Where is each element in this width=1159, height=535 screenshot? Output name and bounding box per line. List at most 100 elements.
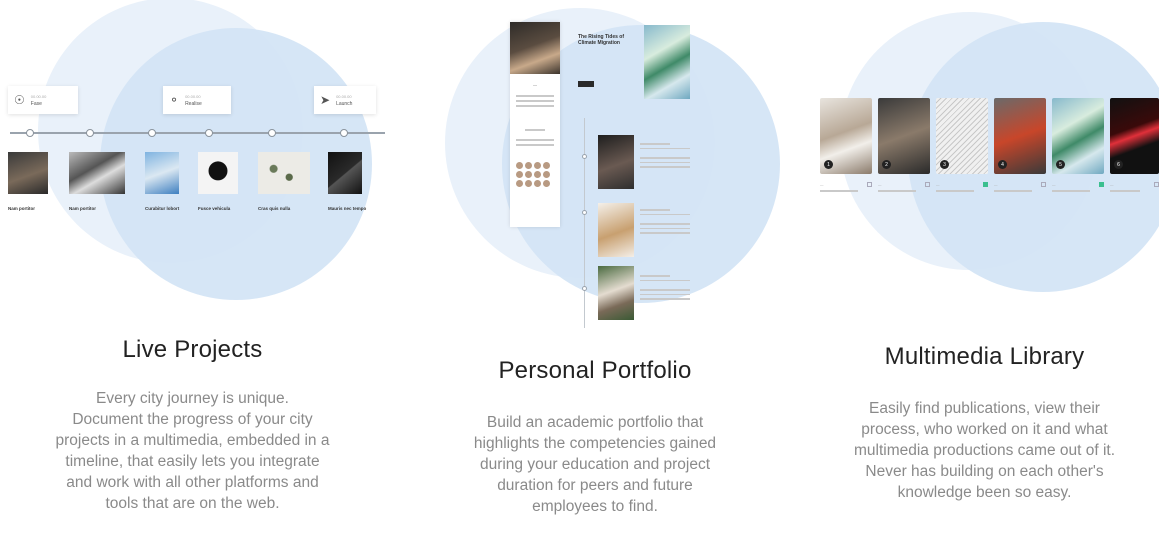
description-line: highlights the competencies gained bbox=[473, 435, 717, 452]
feature-multimedia-library: 1 — 2 — 3 — 4 — 5 — 6 — Multimedia Libra… bbox=[810, 0, 1159, 535]
portfolio-entry-image[interactable] bbox=[598, 203, 634, 257]
text-placeholder bbox=[516, 100, 554, 102]
timeline-card-caption: Fusce vehicula bbox=[198, 206, 231, 211]
bookmark-icon[interactable] bbox=[1041, 182, 1046, 187]
article-image bbox=[644, 25, 690, 99]
timeline-card-caption: Mauris nec tempo bbox=[328, 206, 367, 211]
timeline-dot[interactable] bbox=[205, 129, 213, 137]
avatar[interactable] bbox=[534, 171, 541, 178]
avatar[interactable] bbox=[543, 162, 550, 169]
bookmark-icon[interactable] bbox=[983, 182, 988, 187]
text-placeholder bbox=[525, 129, 545, 131]
feature-title: Personal Portfolio bbox=[498, 357, 692, 384]
library-item[interactable]: 1 — bbox=[820, 98, 872, 192]
bookmark-icon[interactable] bbox=[867, 182, 872, 187]
description-line: timeline, that easily lets you integrate bbox=[65, 453, 320, 470]
description-line: Build an academic portfolio that bbox=[486, 414, 704, 431]
description-line: and work with all other platforms and bbox=[66, 474, 319, 491]
library-item[interactable]: 4 — bbox=[994, 98, 1046, 192]
bookmark-icon[interactable] bbox=[925, 182, 930, 187]
portfolio-entry-text bbox=[640, 206, 690, 234]
library-item-number: 3 bbox=[940, 160, 949, 169]
profile-card[interactable]: — bbox=[510, 22, 560, 227]
avatar[interactable] bbox=[516, 180, 523, 187]
avatar[interactable] bbox=[516, 171, 523, 178]
library-item[interactable]: 2 — bbox=[878, 98, 930, 192]
timeline-card[interactable]: Mauris nec tempo bbox=[328, 152, 366, 211]
avatar[interactable] bbox=[543, 171, 550, 178]
profile-photo bbox=[510, 22, 560, 74]
library-item-number: 4 bbox=[998, 160, 1007, 169]
milestone-label: Fase bbox=[30, 100, 42, 107]
avatar[interactable] bbox=[543, 180, 550, 187]
description-line: tools that are on the web. bbox=[105, 495, 280, 512]
timeline-thumbnail bbox=[198, 152, 238, 194]
feature-description: Easily find publications, view their pro… bbox=[810, 398, 1159, 503]
feature-title: Multimedia Library bbox=[884, 343, 1085, 370]
description-line: during your education and project bbox=[479, 456, 711, 473]
avatar[interactable] bbox=[516, 162, 523, 169]
text-placeholder bbox=[516, 95, 554, 97]
timeline-dot[interactable] bbox=[268, 129, 276, 137]
avatar[interactable] bbox=[525, 162, 532, 169]
timeline-dot[interactable] bbox=[86, 129, 94, 137]
timeline-card-caption: Nam portitor bbox=[8, 206, 35, 211]
timeline-milestone[interactable]: ➤ 00.00.00 Launch bbox=[314, 86, 376, 114]
lightbulb-icon: ☉ bbox=[14, 93, 25, 107]
timeline-card[interactable]: Fusce vehicula bbox=[198, 152, 238, 211]
library-item[interactable]: 6 — bbox=[1110, 98, 1159, 192]
timeline-dot[interactable] bbox=[340, 129, 348, 137]
description-line: employees to find. bbox=[532, 498, 658, 515]
milestone-date: 00.00.00 bbox=[185, 93, 201, 99]
description-line: knowledge been so easy. bbox=[897, 484, 1072, 501]
avatar[interactable] bbox=[525, 180, 532, 187]
timeline-thumbnail bbox=[258, 152, 310, 194]
avatar[interactable] bbox=[525, 171, 532, 178]
feature-live-projects: ☉ 00.00.00 Fase ⚬ 00.00.00 Realise ➤ 00.… bbox=[0, 0, 385, 535]
library-item[interactable]: 5 — bbox=[1052, 98, 1104, 192]
article-button[interactable] bbox=[578, 81, 594, 87]
portfolio-entry-image[interactable] bbox=[598, 135, 634, 189]
timeline-card[interactable]: Nam portitor bbox=[8, 152, 48, 211]
bookmark-icon[interactable] bbox=[1154, 182, 1159, 187]
avatar-grid bbox=[510, 158, 560, 191]
milestone-date: 00.00.00 bbox=[336, 93, 352, 99]
description-line: Document the progress of your city bbox=[72, 411, 313, 428]
balloon-icon: ⚬ bbox=[169, 93, 180, 107]
timeline-card[interactable]: Nam portitor bbox=[69, 152, 125, 211]
description-line: Every city journey is unique. bbox=[96, 390, 289, 407]
timeline-card[interactable]: Curabitur lobort bbox=[145, 152, 179, 211]
timeline-card-caption: Cras quis nulla bbox=[258, 206, 291, 211]
description-line: multimedia productions came out of it. bbox=[853, 442, 1116, 459]
timeline-milestone[interactable]: ⚬ 00.00.00 Realise bbox=[163, 86, 231, 114]
timeline-card[interactable]: Cras quis nulla bbox=[258, 152, 310, 211]
timeline-thumbnail bbox=[8, 152, 48, 194]
portfolio-timeline bbox=[584, 118, 585, 328]
avatar[interactable] bbox=[534, 162, 541, 169]
milestone-date: 00.00.00 bbox=[30, 93, 47, 99]
feature-description: Every city journey is unique. Document t… bbox=[0, 388, 385, 514]
feature-description: Build an academic portfolio that highlig… bbox=[440, 412, 750, 517]
timeline-dot[interactable] bbox=[582, 154, 587, 159]
description-line: Easily find publications, view their bbox=[869, 400, 1100, 417]
timeline-dot[interactable] bbox=[582, 210, 587, 215]
timeline-milestone[interactable]: ☉ 00.00.00 Fase bbox=[8, 86, 78, 114]
timeline-thumbnail bbox=[145, 152, 179, 194]
feature-title: Live Projects bbox=[122, 336, 263, 363]
portfolio-entry-image[interactable] bbox=[598, 266, 634, 320]
portfolio-entry-text bbox=[640, 272, 690, 300]
timeline-dot[interactable] bbox=[148, 129, 156, 137]
description-line: Never has building on each other's bbox=[865, 463, 1104, 480]
description-line: process, who worked on it and what bbox=[861, 421, 1108, 438]
paper-plane-icon: ➤ bbox=[320, 93, 331, 107]
library-item-number: 5 bbox=[1056, 160, 1065, 169]
avatar[interactable] bbox=[534, 180, 541, 187]
timeline-dot[interactable] bbox=[26, 129, 34, 137]
timeline-dot[interactable] bbox=[582, 286, 587, 291]
library-item-image: 3 bbox=[936, 98, 988, 174]
library-item-number: 1 bbox=[824, 160, 833, 169]
timeline-thumbnail bbox=[69, 152, 125, 194]
library-item[interactable]: 3 — bbox=[936, 98, 988, 192]
text-placeholder bbox=[516, 144, 554, 146]
bookmark-icon[interactable] bbox=[1099, 182, 1104, 187]
